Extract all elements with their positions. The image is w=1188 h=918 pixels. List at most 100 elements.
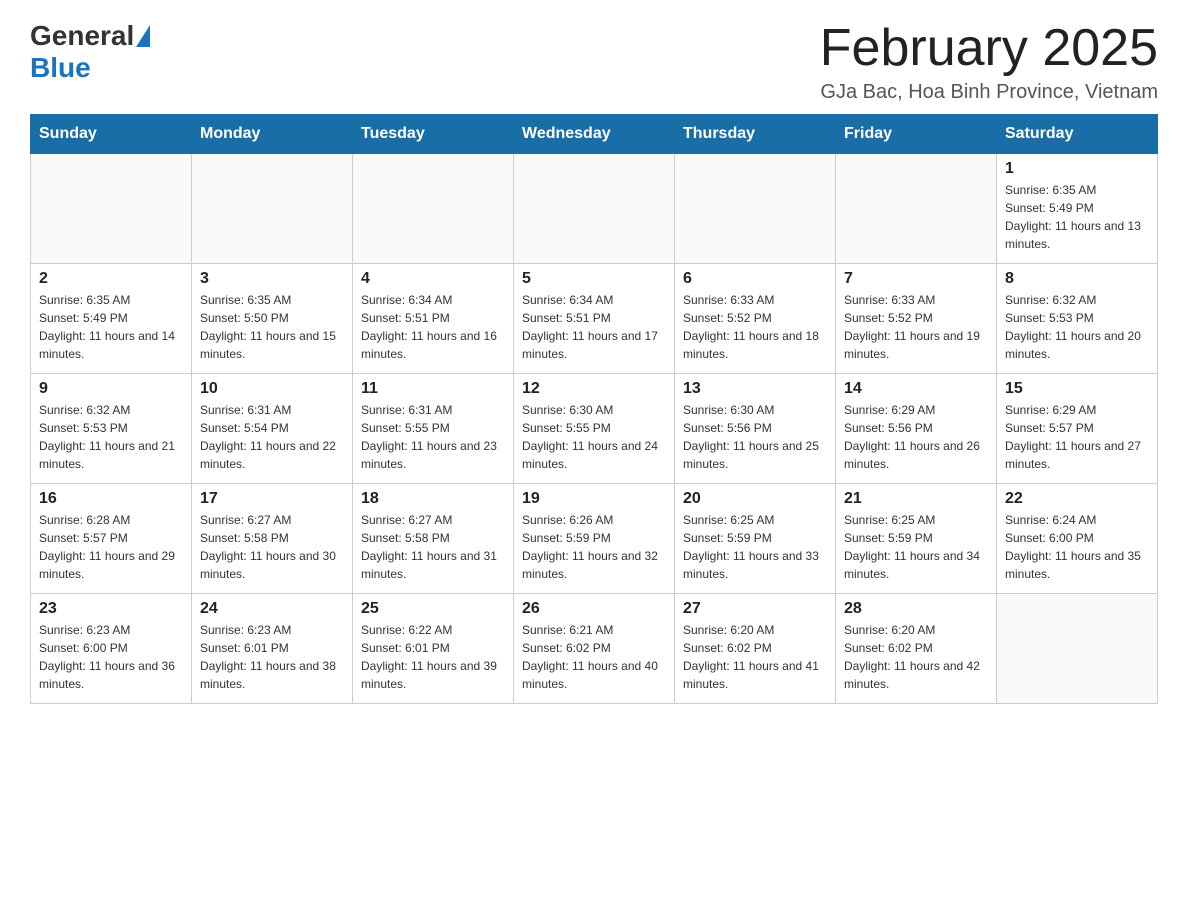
day-number: 24	[200, 600, 344, 618]
month-title: February 2025	[820, 20, 1158, 77]
day-number: 17	[200, 490, 344, 508]
day-info: Sunrise: 6:22 AMSunset: 6:01 PMDaylight:…	[361, 621, 505, 693]
page-header: General Blue February 2025 GJa Bac, Hoa …	[30, 20, 1158, 104]
calendar-week-row: 16 Sunrise: 6:28 AMSunset: 5:57 PMDayligh…	[31, 484, 1158, 594]
day-info: Sunrise: 6:34 AMSunset: 5:51 PMDaylight:…	[361, 291, 505, 363]
day-info: Sunrise: 6:20 AMSunset: 6:02 PMDaylight:…	[844, 621, 988, 693]
day-number: 11	[361, 380, 505, 398]
day-info: Sunrise: 6:27 AMSunset: 5:58 PMDaylight:…	[200, 511, 344, 583]
day-number: 4	[361, 270, 505, 288]
day-number: 1	[1005, 160, 1149, 178]
location-text: GJa Bac, Hoa Binh Province, Vietnam	[820, 81, 1158, 104]
calendar-cell: 13 Sunrise: 6:30 AMSunset: 5:56 PMDayligh…	[675, 374, 836, 484]
day-number: 12	[522, 380, 666, 398]
calendar-cell: 26 Sunrise: 6:21 AMSunset: 6:02 PMDayligh…	[514, 594, 675, 704]
day-info: Sunrise: 6:28 AMSunset: 5:57 PMDaylight:…	[39, 511, 183, 583]
day-number: 22	[1005, 490, 1149, 508]
day-info: Sunrise: 6:30 AMSunset: 5:55 PMDaylight:…	[522, 401, 666, 473]
weekday-header-sunday: Sunday	[31, 115, 192, 154]
day-number: 5	[522, 270, 666, 288]
day-info: Sunrise: 6:23 AMSunset: 6:01 PMDaylight:…	[200, 621, 344, 693]
day-number: 21	[844, 490, 988, 508]
day-info: Sunrise: 6:25 AMSunset: 5:59 PMDaylight:…	[844, 511, 988, 583]
day-number: 19	[522, 490, 666, 508]
calendar-cell: 17 Sunrise: 6:27 AMSunset: 5:58 PMDayligh…	[192, 484, 353, 594]
weekday-header-friday: Friday	[836, 115, 997, 154]
calendar-cell: 3 Sunrise: 6:35 AMSunset: 5:50 PMDaylight…	[192, 264, 353, 374]
calendar-cell: 12 Sunrise: 6:30 AMSunset: 5:55 PMDayligh…	[514, 374, 675, 484]
day-number: 16	[39, 490, 183, 508]
day-info: Sunrise: 6:35 AMSunset: 5:50 PMDaylight:…	[200, 291, 344, 363]
calendar-cell: 28 Sunrise: 6:20 AMSunset: 6:02 PMDayligh…	[836, 594, 997, 704]
day-info: Sunrise: 6:29 AMSunset: 5:57 PMDaylight:…	[1005, 401, 1149, 473]
calendar-cell	[192, 154, 353, 264]
weekday-header-monday: Monday	[192, 115, 353, 154]
calendar-week-row: 9 Sunrise: 6:32 AMSunset: 5:53 PMDaylight…	[31, 374, 1158, 484]
calendar-cell: 16 Sunrise: 6:28 AMSunset: 5:57 PMDayligh…	[31, 484, 192, 594]
day-info: Sunrise: 6:32 AMSunset: 5:53 PMDaylight:…	[1005, 291, 1149, 363]
calendar-cell: 24 Sunrise: 6:23 AMSunset: 6:01 PMDayligh…	[192, 594, 353, 704]
calendar-cell	[997, 594, 1158, 704]
calendar-cell	[31, 154, 192, 264]
calendar-week-row: 23 Sunrise: 6:23 AMSunset: 6:00 PMDayligh…	[31, 594, 1158, 704]
day-info: Sunrise: 6:33 AMSunset: 5:52 PMDaylight:…	[683, 291, 827, 363]
day-number: 7	[844, 270, 988, 288]
day-number: 26	[522, 600, 666, 618]
day-info: Sunrise: 6:31 AMSunset: 5:54 PMDaylight:…	[200, 401, 344, 473]
calendar-cell: 7Sunrise: 6:33 AMSunset: 5:52 PMDaylight…	[836, 264, 997, 374]
day-number: 3	[200, 270, 344, 288]
day-info: Sunrise: 6:27 AMSunset: 5:58 PMDaylight:…	[361, 511, 505, 583]
weekday-header-row: SundayMondayTuesdayWednesdayThursdayFrid…	[31, 115, 1158, 154]
calendar-cell: 2Sunrise: 6:35 AMSunset: 5:49 PMDaylight…	[31, 264, 192, 374]
calendar-cell: 15 Sunrise: 6:29 AMSunset: 5:57 PMDayligh…	[997, 374, 1158, 484]
day-number: 14	[844, 380, 988, 398]
day-number: 27	[683, 600, 827, 618]
day-number: 25	[361, 600, 505, 618]
day-number: 20	[683, 490, 827, 508]
day-number: 10	[200, 380, 344, 398]
weekday-header-wednesday: Wednesday	[514, 115, 675, 154]
calendar-week-row: 2Sunrise: 6:35 AMSunset: 5:49 PMDaylight…	[31, 264, 1158, 374]
calendar-cell: 14 Sunrise: 6:29 AMSunset: 5:56 PMDayligh…	[836, 374, 997, 484]
calendar-cell	[353, 154, 514, 264]
day-number: 8	[1005, 270, 1149, 288]
calendar-cell: 9 Sunrise: 6:32 AMSunset: 5:53 PMDaylight…	[31, 374, 192, 484]
calendar-cell: 5 Sunrise: 6:34 AMSunset: 5:51 PMDaylight…	[514, 264, 675, 374]
day-info: Sunrise: 6:29 AMSunset: 5:56 PMDaylight:…	[844, 401, 988, 473]
day-number: 23	[39, 600, 183, 618]
day-number: 13	[683, 380, 827, 398]
day-info: Sunrise: 6:23 AMSunset: 6:00 PMDaylight:…	[39, 621, 183, 693]
calendar-cell: 4 Sunrise: 6:34 AMSunset: 5:51 PMDaylight…	[353, 264, 514, 374]
weekday-header-thursday: Thursday	[675, 115, 836, 154]
day-info: Sunrise: 6:34 AMSunset: 5:51 PMDaylight:…	[522, 291, 666, 363]
calendar-cell: 23 Sunrise: 6:23 AMSunset: 6:00 PMDayligh…	[31, 594, 192, 704]
calendar-cell	[514, 154, 675, 264]
day-number: 15	[1005, 380, 1149, 398]
calendar-cell: 8 Sunrise: 6:32 AMSunset: 5:53 PMDaylight…	[997, 264, 1158, 374]
day-number: 28	[844, 600, 988, 618]
calendar-cell: 27 Sunrise: 6:20 AMSunset: 6:02 PMDayligh…	[675, 594, 836, 704]
calendar-week-row: 1Sunrise: 6:35 AMSunset: 5:49 PMDaylight…	[31, 154, 1158, 264]
weekday-header-saturday: Saturday	[997, 115, 1158, 154]
day-info: Sunrise: 6:20 AMSunset: 6:02 PMDaylight:…	[683, 621, 827, 693]
calendar-cell: 10 Sunrise: 6:31 AMSunset: 5:54 PMDayligh…	[192, 374, 353, 484]
day-info: Sunrise: 6:30 AMSunset: 5:56 PMDaylight:…	[683, 401, 827, 473]
calendar-cell	[675, 154, 836, 264]
day-number: 18	[361, 490, 505, 508]
day-info: Sunrise: 6:32 AMSunset: 5:53 PMDaylight:…	[39, 401, 183, 473]
day-info: Sunrise: 6:25 AMSunset: 5:59 PMDaylight:…	[683, 511, 827, 583]
day-info: Sunrise: 6:21 AMSunset: 6:02 PMDaylight:…	[522, 621, 666, 693]
day-number: 9	[39, 380, 183, 398]
day-info: Sunrise: 6:35 AMSunset: 5:49 PMDaylight:…	[39, 291, 183, 363]
calendar-table: SundayMondayTuesdayWednesdayThursdayFrid…	[30, 114, 1158, 704]
calendar-cell: 11Sunrise: 6:31 AMSunset: 5:55 PMDayligh…	[353, 374, 514, 484]
logo-triangle-icon	[136, 25, 150, 47]
calendar-cell	[836, 154, 997, 264]
logo: General Blue	[30, 20, 152, 84]
calendar-cell: 20 Sunrise: 6:25 AMSunset: 5:59 PMDayligh…	[675, 484, 836, 594]
calendar-cell: 25 Sunrise: 6:22 AMSunset: 6:01 PMDayligh…	[353, 594, 514, 704]
weekday-header-tuesday: Tuesday	[353, 115, 514, 154]
day-number: 6	[683, 270, 827, 288]
calendar-cell: 22 Sunrise: 6:24 AMSunset: 6:00 PMDayligh…	[997, 484, 1158, 594]
day-info: Sunrise: 6:24 AMSunset: 6:00 PMDaylight:…	[1005, 511, 1149, 583]
